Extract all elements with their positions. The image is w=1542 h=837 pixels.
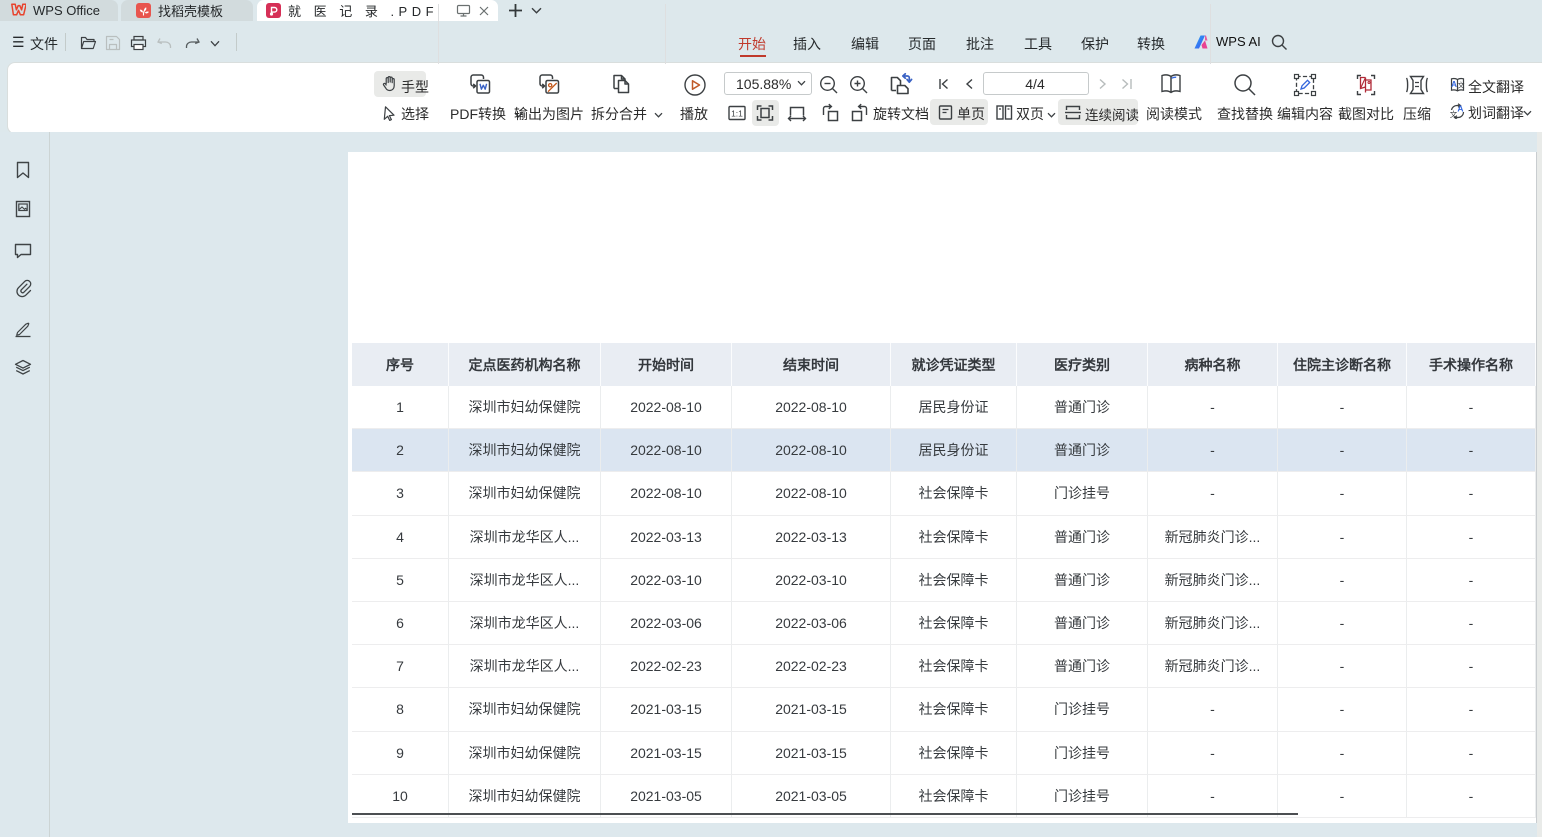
svg-text:文: 文	[1450, 109, 1458, 119]
svg-text:文: 文	[1458, 81, 1465, 90]
svg-text:A: A	[1457, 104, 1463, 114]
svg-text:A: A	[1451, 80, 1457, 89]
svg-text:1:1: 1:1	[731, 109, 743, 119]
